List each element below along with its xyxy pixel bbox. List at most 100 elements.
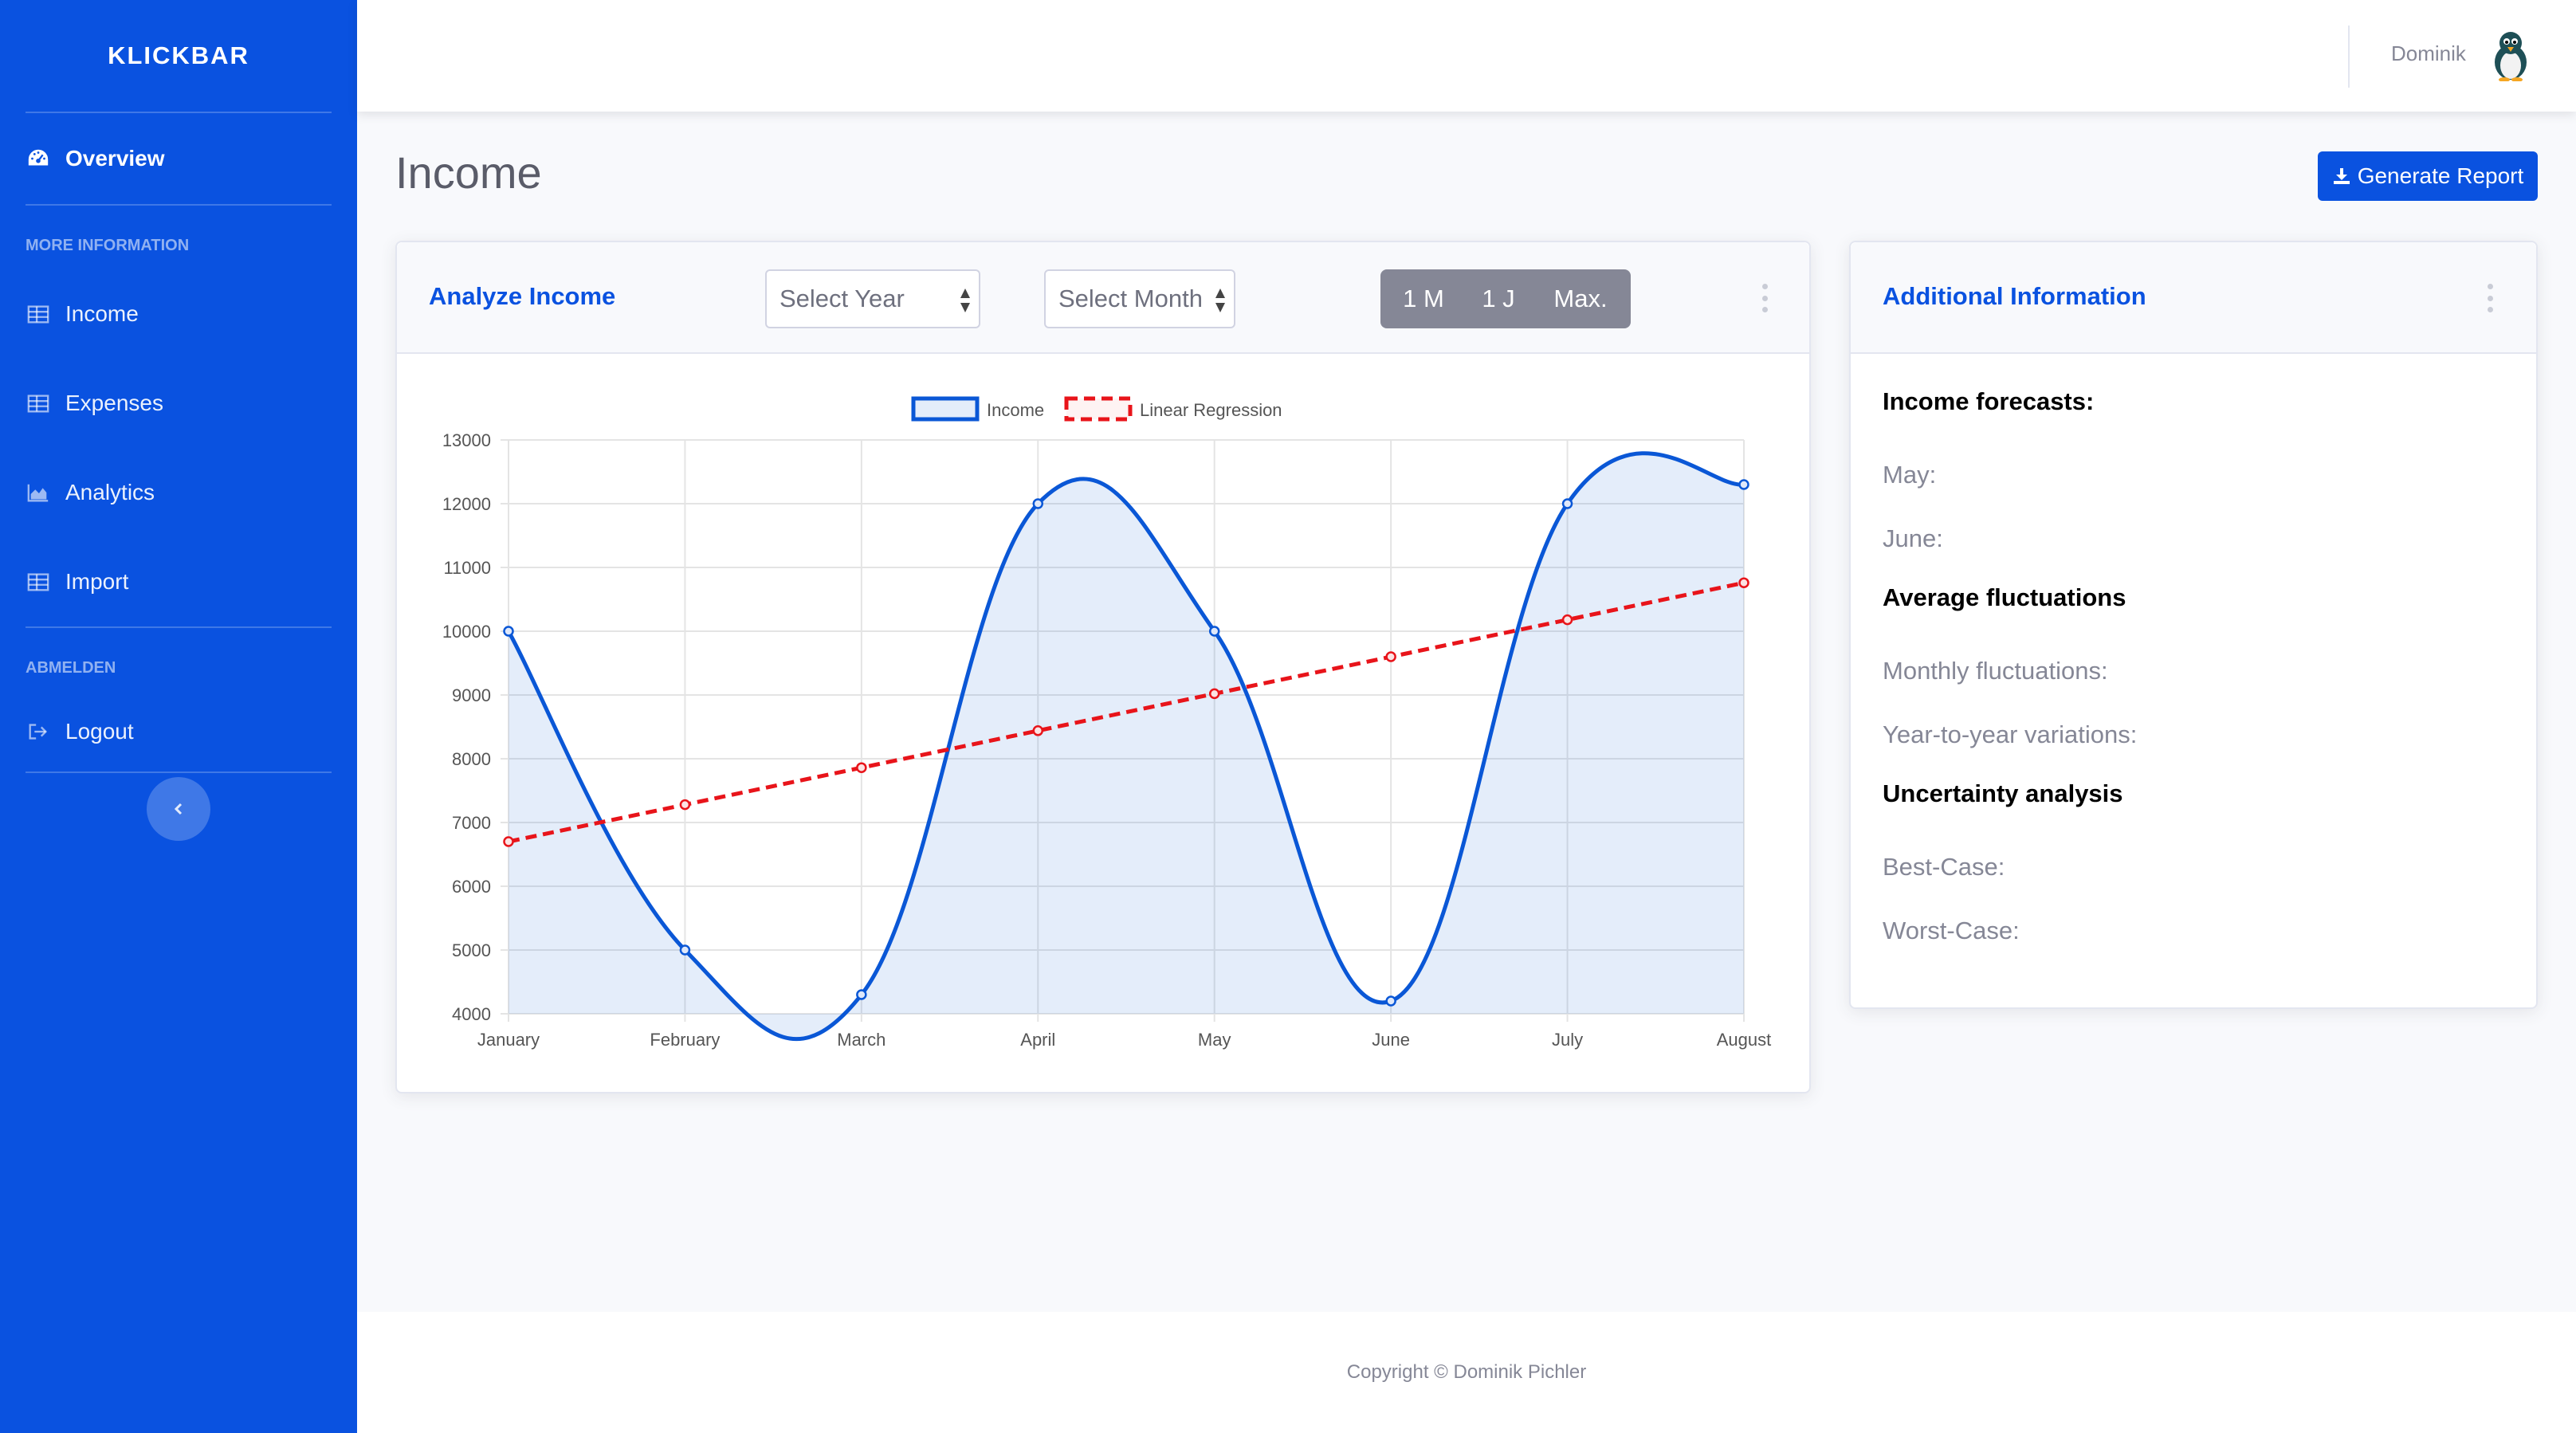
regression-data-point bbox=[1738, 577, 1749, 588]
legend-swatch-income bbox=[911, 396, 980, 422]
income-chart: 4000 5000 6000 7000 8000 9000 10000 11000 12000 1… bbox=[442, 396, 1772, 1050]
income-data-point bbox=[1208, 626, 1220, 637]
sidebar-toggle-button[interactable] bbox=[147, 777, 210, 841]
y-tick-label: 10000 bbox=[442, 622, 491, 642]
brand-logo[interactable]: KLICKBAR bbox=[0, 0, 357, 112]
worst-case-label: Worst-Case: bbox=[1883, 917, 2020, 944]
sidebar-item-label: Income bbox=[65, 301, 139, 326]
user-name[interactable]: Dominik bbox=[2391, 41, 2466, 66]
topbar: Dominik bbox=[357, 0, 2576, 112]
topbar-divider bbox=[2348, 26, 2350, 88]
more-options-icon[interactable] bbox=[2485, 284, 2495, 312]
sidebar-heading-more-information: MORE INFORMATION bbox=[26, 236, 190, 254]
range-1m-button[interactable]: 1 M bbox=[1380, 269, 1467, 328]
sidebar-item-import[interactable]: Import bbox=[0, 537, 357, 626]
income-data-point bbox=[679, 944, 691, 956]
monthly-fluctuations-label: Monthly fluctuations: bbox=[1883, 657, 2108, 685]
range-button-group: 1 M 1 J Max. bbox=[1380, 269, 1631, 328]
regression-data-point bbox=[1208, 688, 1220, 700]
sidebar-item-analytics[interactable]: Analytics bbox=[0, 448, 357, 537]
legend-label-income: Income bbox=[987, 400, 1044, 420]
generate-report-label: Generate Report bbox=[2357, 163, 2524, 188]
sidebar-item-label: Overview bbox=[65, 146, 165, 171]
income-data-point bbox=[1032, 498, 1044, 509]
copyright-text: Copyright © Dominik Pichler bbox=[1346, 1361, 1587, 1383]
y-tick-label: 11000 bbox=[443, 558, 491, 578]
card-title: Additional Information bbox=[1883, 282, 2146, 310]
analyze-income-card: Analyze Income Select Year Select Month … bbox=[395, 241, 1811, 1093]
income-data-point bbox=[1561, 498, 1573, 509]
income-data-point bbox=[1738, 479, 1749, 490]
sidebar-item-label: Analytics bbox=[65, 480, 155, 504]
y-tick-label: 13000 bbox=[442, 430, 491, 450]
income-data-point bbox=[503, 626, 514, 637]
uncertainty-analysis-heading: Uncertainty analysis bbox=[1883, 779, 2123, 807]
income-data-point bbox=[856, 989, 867, 1000]
avatar[interactable] bbox=[2487, 30, 2535, 81]
x-tick-label: July bbox=[1552, 1030, 1583, 1050]
range-max-button[interactable]: Max. bbox=[1530, 269, 1631, 328]
sidebar-item-label: Logout bbox=[65, 719, 134, 744]
yearly-variations-label: Year-to-year variations: bbox=[1883, 720, 2138, 748]
x-tick-label: June bbox=[1372, 1030, 1410, 1050]
sort-arrows-icon bbox=[960, 289, 970, 312]
select-year-dropdown[interactable]: Select Year bbox=[765, 269, 980, 328]
y-tick-label: 7000 bbox=[452, 813, 491, 833]
sidebar-item-income[interactable]: Income bbox=[0, 269, 357, 359]
sidebar-divider bbox=[26, 771, 332, 773]
y-tick-label: 5000 bbox=[452, 940, 491, 960]
average-fluctuations-heading: Average fluctuations bbox=[1883, 583, 2126, 611]
sidebar-item-expenses[interactable]: Expenses bbox=[0, 359, 357, 448]
footer: Copyright © Dominik Pichler bbox=[357, 1312, 2576, 1433]
legend-swatch-regression bbox=[1064, 396, 1133, 422]
table-icon bbox=[26, 301, 51, 327]
sidebar-divider bbox=[26, 626, 332, 628]
generate-report-button[interactable]: Generate Report bbox=[2318, 151, 2538, 201]
sidebar-item-label: Import bbox=[65, 569, 129, 594]
additional-information-card: Additional Information Income forecasts:… bbox=[1849, 241, 2538, 1009]
regression-data-point bbox=[1385, 651, 1396, 662]
card-title: Analyze Income bbox=[429, 282, 616, 310]
select-year-value: Select Year bbox=[779, 285, 905, 312]
best-case-label: Best-Case: bbox=[1883, 853, 2005, 881]
x-tick-label: August bbox=[1717, 1030, 1772, 1050]
card-header: Analyze Income Select Year Select Month … bbox=[397, 242, 1809, 354]
x-tick-label: March bbox=[837, 1030, 886, 1050]
area-chart-icon bbox=[26, 480, 51, 505]
sidebar-divider bbox=[26, 204, 332, 206]
sign-out-icon bbox=[26, 719, 51, 744]
page-title: Income bbox=[395, 147, 542, 198]
regression-data-point bbox=[679, 799, 691, 811]
download-icon bbox=[2333, 168, 2350, 184]
y-tick-label: 12000 bbox=[442, 494, 491, 514]
y-tick-label: 9000 bbox=[452, 685, 491, 705]
regression-data-point bbox=[503, 836, 514, 847]
y-tick-label: 8000 bbox=[452, 749, 491, 769]
x-tick-label: April bbox=[1020, 1030, 1055, 1050]
sidebar: KLICKBAR Overview MORE INFORMATION Incom… bbox=[0, 0, 357, 1433]
select-month-value: Select Month bbox=[1058, 285, 1203, 312]
sidebar-item-overview[interactable]: Overview bbox=[0, 113, 357, 204]
table-icon bbox=[26, 569, 51, 595]
may-forecast-label: May: bbox=[1883, 461, 1937, 489]
regression-data-point bbox=[1561, 614, 1573, 626]
range-1j-button[interactable]: 1 J bbox=[1467, 269, 1530, 328]
card-header: Additional Information bbox=[1851, 242, 2536, 354]
y-tick-label: 6000 bbox=[452, 877, 491, 897]
select-month-dropdown[interactable]: Select Month bbox=[1044, 269, 1235, 328]
table-icon bbox=[26, 391, 51, 416]
more-options-icon[interactable] bbox=[1760, 284, 1769, 312]
x-tick-label: May bbox=[1198, 1030, 1231, 1050]
y-tick-label: 4000 bbox=[452, 1004, 491, 1024]
june-forecast-label: June: bbox=[1883, 524, 1943, 552]
income-forecasts-heading: Income forecasts: bbox=[1883, 387, 2095, 415]
sort-arrows-icon bbox=[1215, 289, 1225, 312]
chevron-left-icon bbox=[174, 803, 183, 815]
regression-data-point bbox=[1032, 725, 1044, 736]
sidebar-item-logout[interactable]: Logout bbox=[0, 692, 357, 771]
x-tick-label: January bbox=[477, 1030, 540, 1050]
income-area-fill bbox=[509, 453, 1744, 1039]
legend-label-regression: Linear Regression bbox=[1140, 400, 1282, 420]
regression-data-point bbox=[856, 762, 867, 773]
dashboard-icon bbox=[26, 146, 51, 171]
